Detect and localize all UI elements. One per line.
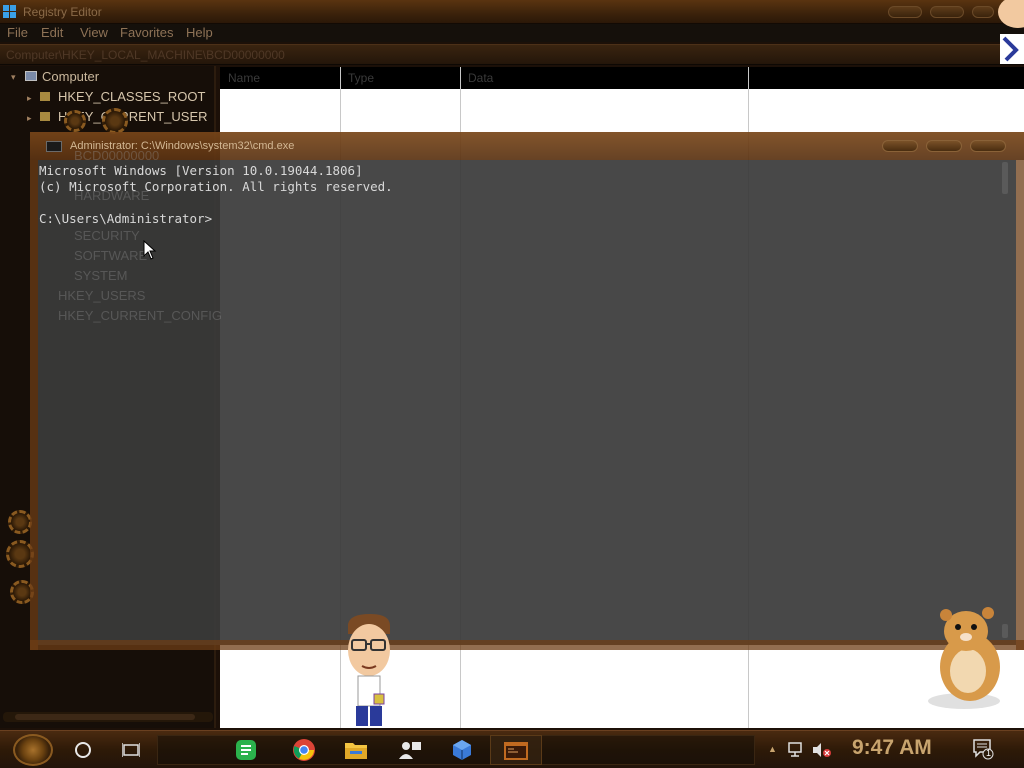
console-prompt[interactable]: C:\Users\Administrator> [39, 211, 212, 226]
start-button[interactable] [8, 734, 58, 766]
folder-icon [40, 112, 50, 121]
address-bar[interactable]: Computer\HKEY_LOCAL_MACHINE\BCD00000000 [0, 44, 1024, 65]
taskbar-hangouts[interactable] [228, 735, 264, 765]
file-explorer-icon [345, 743, 367, 759]
corner-character-image [998, 0, 1024, 64]
mouse-pointer-icon [143, 240, 157, 260]
cmd-minimize-button[interactable] [882, 140, 918, 152]
gauge-decoration-icon [64, 110, 86, 132]
address-bar-path: Computer\HKEY_LOCAL_MACHINE\BCD00000000 [6, 48, 285, 62]
notification-count-badge: 1 [985, 748, 991, 758]
regedit-app-icon [3, 5, 17, 19]
maximize-button[interactable] [930, 6, 964, 18]
expand-arrow-icon[interactable]: ▾ [11, 72, 16, 83]
tray-overflow-chevron-icon[interactable]: ▲ [768, 744, 777, 754]
ghost-tree-item: SYSTEM [74, 268, 128, 283]
expand-arrow-icon[interactable]: ▸ [27, 93, 32, 104]
cmd-titlebar[interactable]: Administrator: C:\Windows\system32\cmd.e… [30, 132, 1024, 160]
column-name[interactable]: Name [228, 71, 260, 85]
hangouts-icon [236, 740, 256, 760]
cortana-button[interactable] [68, 734, 98, 766]
taskbar-cmd-active[interactable] [490, 735, 542, 765]
console-line: (c) Microsoft Corporation. All rights re… [39, 179, 393, 194]
chrome-icon [293, 739, 315, 761]
network-icon[interactable] [788, 742, 806, 758]
menu-bar: File Edit View Favorites Help [0, 24, 1024, 42]
cmd-maximize-button[interactable] [926, 140, 962, 152]
task-view-icon [122, 743, 140, 757]
action-center-button[interactable]: 1 [972, 738, 994, 760]
cmd-close-button[interactable] [970, 140, 1006, 152]
ghost-tree-item: SECURITY [74, 228, 140, 243]
cmd-frame-left [30, 160, 38, 650]
column-type[interactable]: Type [348, 71, 374, 85]
cmd-frame-bottom [30, 640, 1024, 650]
cmd-app-icon [46, 141, 62, 152]
taskbar-chrome[interactable] [286, 735, 322, 765]
computer-icon [25, 71, 37, 81]
taskbar-app-cube[interactable] [444, 735, 480, 765]
regedit-title: Registry Editor [23, 5, 102, 19]
cortana-circle-icon [75, 742, 91, 758]
cmd-vertical-scrollbar[interactable] [1000, 162, 1010, 642]
ghost-tree-item: HKEY_CURRENT_CONFIG [58, 308, 222, 323]
menu-help[interactable]: Help [186, 25, 213, 40]
cartoon-character-image [348, 614, 390, 726]
tree-item-hkcr[interactable]: HKEY_CLASSES_ROOT [58, 89, 205, 104]
gear-decoration-icon [8, 510, 32, 534]
tree-item-computer[interactable]: Computer [42, 69, 99, 84]
menu-favorites[interactable]: Favorites [120, 25, 173, 40]
column-data[interactable]: Data [468, 71, 493, 85]
console-line: Microsoft Windows [Version 10.0.19044.18… [39, 163, 363, 178]
taskbar-clock[interactable]: 9:47 AM [852, 736, 932, 760]
app-cube-icon [453, 740, 471, 760]
hamster-character-image [928, 607, 1000, 709]
volume-muted-icon[interactable] [812, 742, 832, 758]
menu-view[interactable]: View [80, 25, 108, 40]
menu-file[interactable]: File [7, 25, 28, 40]
task-view-button[interactable] [116, 734, 146, 766]
menu-edit[interactable]: Edit [41, 25, 63, 40]
start-gear-icon [13, 734, 53, 766]
minimize-button[interactable] [888, 6, 922, 18]
ghost-tree-item: HKEY_USERS [58, 288, 146, 303]
ghost-tree-item: BCD00000000 [74, 148, 160, 163]
regedit-titlebar[interactable]: Registry Editor [0, 0, 1024, 24]
ghost-tree-item: SOFTWARE [74, 248, 148, 263]
cmd-console[interactable]: BCD00000000 HARDWARE SECURITY SOFTWARE S… [38, 148, 1016, 645]
cmd-taskbar-icon [504, 742, 528, 760]
close-button[interactable] [972, 6, 994, 18]
tree-horizontal-scrollbar[interactable] [3, 712, 213, 722]
gear-decoration-icon [102, 108, 128, 134]
scrollbar-thumb[interactable] [15, 714, 195, 720]
people-icon [399, 742, 421, 759]
expand-arrow-icon[interactable]: ▸ [27, 113, 32, 124]
folder-icon [40, 92, 50, 101]
cmd-frame-right [1016, 160, 1024, 650]
taskbar-people[interactable] [392, 735, 428, 765]
taskbar-file-explorer[interactable] [338, 735, 374, 765]
cmd-window[interactable]: Administrator: C:\Windows\system32\cmd.e… [30, 132, 1024, 650]
scrollbar-thumb[interactable] [1002, 162, 1008, 194]
